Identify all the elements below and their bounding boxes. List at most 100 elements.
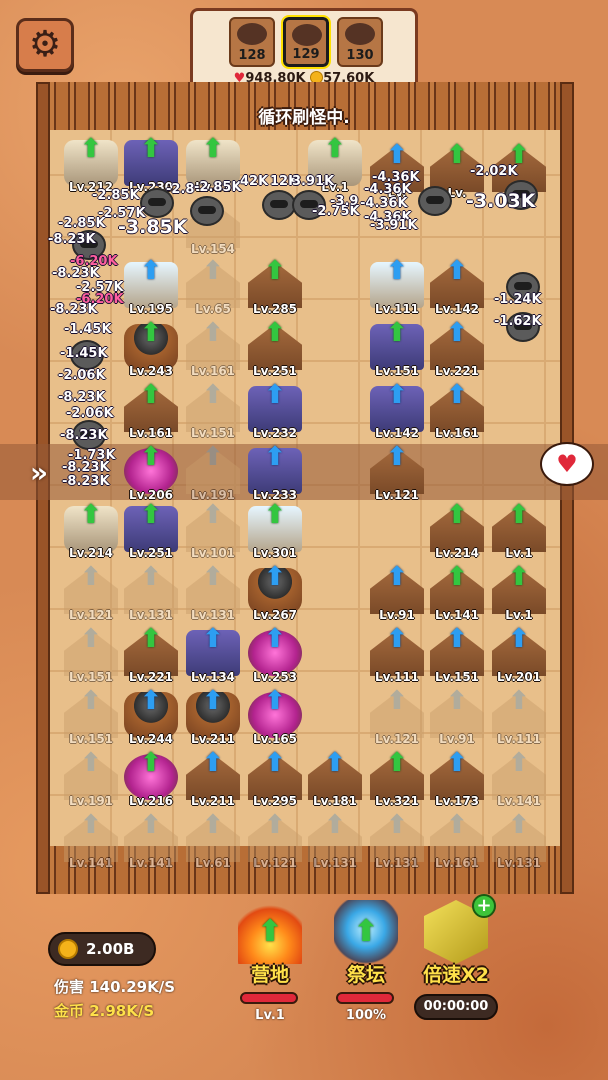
tower-pink[interactable]: ⬆ Lv.206 [122, 438, 180, 502]
damage-number: -1.45K [60, 346, 108, 361]
tower-hut[interactable]: ⬆ Lv.121 [368, 438, 426, 502]
upgrade-arrow-icon: ⬆ [264, 748, 286, 778]
tower-ghost[interactable]: ⬆ Lv.131 [368, 806, 426, 870]
damage-number: -3.03K [466, 190, 536, 212]
tower-ghost[interactable]: ⬆ Lv.91 [428, 682, 486, 746]
tower-ice[interactable]: ⬆ Lv.301 [246, 496, 304, 560]
altar-button[interactable]: ⬆ 祭坛 100% [320, 900, 412, 1030]
tower-hut[interactable]: ⬆ Lv.1 [490, 558, 548, 622]
tower-pink[interactable]: ⬆ Lv.253 [246, 620, 304, 684]
tower-ghost[interactable]: ⬆ Lv.141 [122, 806, 180, 870]
upgrade-arrow-icon: ⬆ [446, 500, 468, 530]
hero-portrait [345, 23, 375, 45]
heart-bubble-button[interactable]: ♥ [540, 442, 594, 486]
tower-ghost[interactable]: ⬆ Lv.61 [184, 806, 242, 870]
upgrade-arrow-icon: ⬆ [446, 810, 468, 840]
tower-hut[interactable]: ⬆ Lv.251 [246, 314, 304, 378]
tower-level: Lv.161 [434, 856, 480, 870]
upgrade-arrow-icon: ⬆ [446, 140, 468, 170]
camp-label: 营地 [250, 964, 289, 986]
tower-hut[interactable]: ⬆ Lv.221 [122, 620, 180, 684]
tower-ghost[interactable]: ⬆ Lv.151 [62, 620, 120, 684]
upgrade-arrow-icon: ⬆ [80, 134, 102, 164]
tower-crystal[interactable]: ⬆ Lv.232 [246, 376, 304, 440]
hero-count: 129 [292, 47, 320, 62]
upgrade-arrow-icon: ⬆ [264, 562, 286, 592]
tower-ice[interactable]: ⬆ Lv.195 [122, 252, 180, 316]
tower-crystal[interactable]: ⬆ Lv.134 [184, 620, 242, 684]
upgrade-arrow-icon: ⬆ [386, 624, 408, 654]
tower-hut[interactable]: ⬆ Lv.211 [184, 744, 242, 808]
raccoon-enemy [190, 196, 224, 226]
upgrade-arrow-icon: ⬆ [446, 748, 468, 778]
tower-hut[interactable]: ⬆ Lv.142 [428, 252, 486, 316]
tower-ghost[interactable]: ⬆ Lv.151 [62, 682, 120, 746]
damage-number: -2.85K [58, 216, 106, 231]
damage-number: -8.23K [48, 232, 96, 247]
tower-ghost[interactable]: ⬆ Lv.131 [306, 806, 364, 870]
tower-ghost[interactable]: ⬆ Lv.161 [428, 806, 486, 870]
tower-ghost[interactable]: ⬆ Lv.151 [184, 376, 242, 440]
tower-crystal[interactable]: ⬆ Lv.251 [122, 496, 180, 560]
tower-hut[interactable]: ⬆ Lv.321 [368, 744, 426, 808]
tower-ice[interactable]: ⬆ Lv.111 [368, 252, 426, 316]
damage-number: -1.62K [494, 314, 542, 329]
tower-ghost[interactable]: ⬆ Lv.191 [62, 744, 120, 808]
upgrade-arrow-icon: ⬆ [386, 380, 408, 410]
tower-level: Lv.61 [195, 856, 231, 870]
tower-hut[interactable]: ⬆ Lv.91 [368, 558, 426, 622]
upgrade-arrow-icon: ⬆ [386, 686, 408, 716]
tower-hut[interactable]: ⬆ Lv.161 [428, 376, 486, 440]
altar-label: 祭坛 [346, 964, 385, 986]
upgrade-arrow-icon: ⬆ [446, 256, 468, 286]
hero-slot-1[interactable]: 128 [229, 17, 275, 67]
tower-ghost[interactable]: ⬆ Lv.121 [62, 558, 120, 622]
tower-ghost[interactable]: ⬆ Lv.161 [184, 314, 242, 378]
upgrade-arrow-icon: ⬆ [80, 686, 102, 716]
tower-light[interactable]: ⬆ Lv.212 [62, 130, 120, 194]
tower-ghost[interactable]: ⬆ Lv.191 [184, 438, 242, 502]
tower-hut[interactable]: ⬆ Lv.201 [490, 620, 548, 684]
tower-pot[interactable]: ⬆ Lv.243 [122, 314, 180, 378]
tower-pot[interactable]: ⬆ Lv.211 [184, 682, 242, 746]
damage-number: -2.85K [194, 180, 242, 195]
tower-ghost[interactable]: ⬆ Lv.131 [490, 806, 548, 870]
tower-ghost[interactable]: ⬆ Lv.121 [246, 806, 304, 870]
tower-hut[interactable]: ⬆ Lv.285 [246, 252, 304, 316]
tower-hut[interactable]: ⬆ Lv.151 [428, 620, 486, 684]
hero-slot-3[interactable]: 130 [337, 17, 383, 67]
hero-panel: 128 129 130 ♥948.80K 57.60K [190, 8, 418, 92]
tower-ghost[interactable]: ⬆ Lv.101 [184, 496, 242, 560]
tower-ghost[interactable]: ⬆ Lv.131 [122, 558, 180, 622]
tower-pink[interactable]: ⬆ Lv.216 [122, 744, 180, 808]
tower-ghost[interactable]: ⬆ Lv.131 [184, 558, 242, 622]
hero-slot-2[interactable]: 129 [281, 15, 331, 69]
tower-hut[interactable]: ⬆ Lv.173 [428, 744, 486, 808]
settings-button[interactable]: ⚙ [16, 18, 74, 72]
tower-pot[interactable]: ⬆ Lv.244 [122, 682, 180, 746]
camp-button[interactable]: ⬆ 营地 Lv.1 [224, 900, 316, 1030]
tower-crystal[interactable]: ⬆ Lv.233 [246, 438, 304, 502]
tower-ghost[interactable]: ⬆ Lv.111 [490, 682, 548, 746]
upgrade-arrow-icon: ⬆ [264, 256, 286, 286]
upgrade-arrow-icon: ⬆ [202, 380, 224, 410]
tower-hut[interactable]: ⬆ Lv.221 [428, 314, 486, 378]
damage-number: -4.36K [364, 182, 412, 197]
tower-hut[interactable]: ⬆ Lv.1 [490, 496, 548, 560]
tower-hut[interactable]: ⬆ Lv.111 [368, 620, 426, 684]
tower-crystal[interactable]: ⬆ Lv.142 [368, 376, 426, 440]
tower-ghost[interactable]: ⬆ Lv.121 [368, 682, 426, 746]
tower-ghost[interactable]: ⬆ Lv.65 [184, 252, 242, 316]
tower-hut[interactable]: ⬆ Lv.295 [246, 744, 304, 808]
tower-pot[interactable]: ⬆ Lv.267 [246, 558, 304, 622]
tower-hut[interactable]: ⬆ Lv.181 [306, 744, 364, 808]
tower-light[interactable]: ⬆ Lv.214 [62, 496, 120, 560]
tower-hut[interactable]: ⬆ Lv.214 [428, 496, 486, 560]
tower-crystal[interactable]: ⬆ Lv.151 [368, 314, 426, 378]
tower-ghost[interactable]: ⬆ Lv.141 [62, 806, 120, 870]
tower-hut[interactable]: ⬆ Lv.161 [122, 376, 180, 440]
tower-ghost[interactable]: ⬆ Lv.141 [490, 744, 548, 808]
upgrade-arrow-icon: ⬆ [264, 318, 286, 348]
tower-hut[interactable]: ⬆ Lv.141 [428, 558, 486, 622]
tower-pink[interactable]: ⬆ Lv.165 [246, 682, 304, 746]
